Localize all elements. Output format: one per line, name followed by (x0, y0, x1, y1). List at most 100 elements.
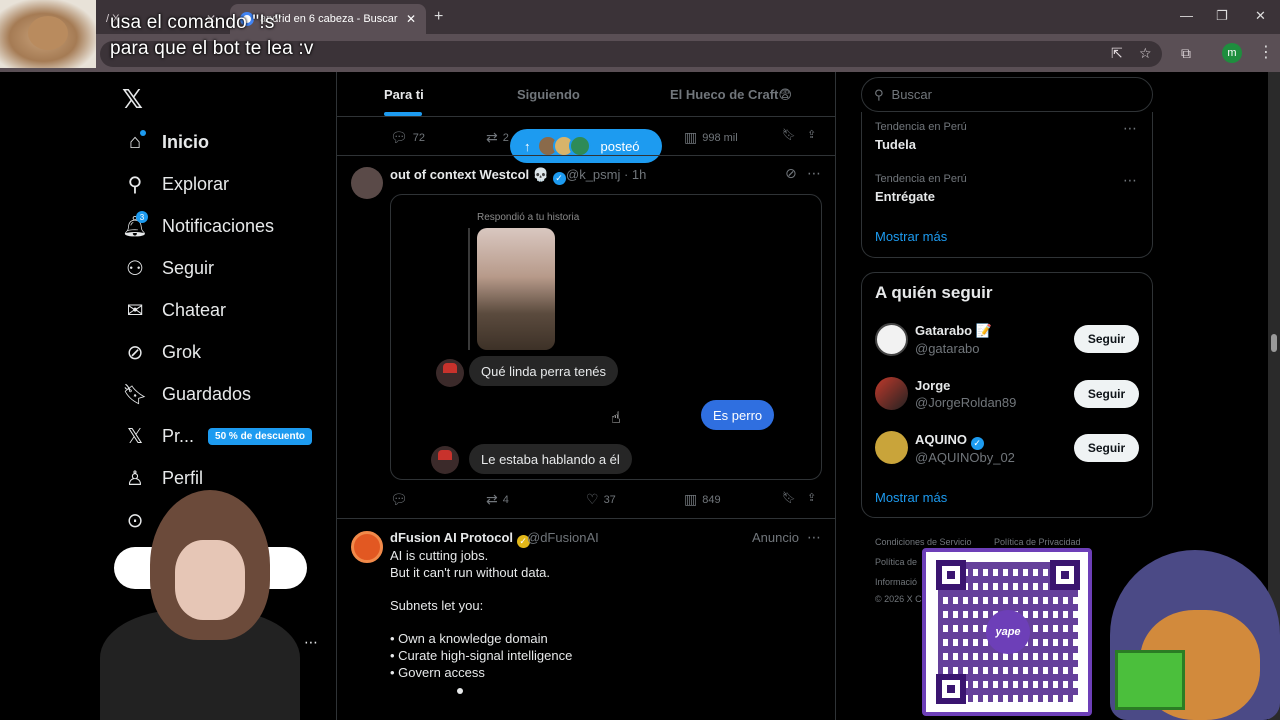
bell-icon: 🔔︎ 3 (122, 211, 148, 238)
tab-para-ti[interactable]: Para ti (384, 87, 424, 102)
follow-button[interactable]: Seguir (1074, 380, 1139, 408)
ad-handle[interactable]: @dFusionAI (527, 530, 599, 545)
posted-label: posteó (600, 138, 640, 154)
user-handle[interactable]: @AQUINOby_02 (915, 450, 1015, 465)
repost-icon: ⇄ (486, 491, 498, 507)
follow-button[interactable]: Seguir (1074, 434, 1139, 462)
share-button[interactable]: ⇪ (807, 128, 816, 141)
nav-item-guardados[interactable]: 🔖︎ Guardados (122, 379, 251, 409)
follow-button[interactable]: Seguir (1074, 325, 1139, 353)
yape-qr-code: yape (922, 548, 1092, 716)
ad-author[interactable]: dFusion AI Protocol ✓ (390, 530, 530, 548)
show-more-trends[interactable]: Mostrar más (875, 229, 947, 244)
ad-more-icon[interactable]: ⋯ (807, 529, 821, 546)
share-icon: ⇪ (807, 492, 817, 504)
minimize-button[interactable]: — (1180, 8, 1193, 23)
person-add-icon: ⚇ (126, 257, 144, 280)
extensions-icon[interactable]: ⧉ (1181, 45, 1191, 62)
tweet-more-icon[interactable]: ⋯ (807, 165, 821, 182)
bookmark-button[interactable]: 🔖︎ (782, 491, 796, 504)
nav-item-grok[interactable]: ⊘ Grok (122, 337, 201, 367)
tweet-media[interactable]: Respondió a tu historia Qué linda perra … (390, 194, 822, 480)
search-input[interactable]: ⚲ Buscar (861, 77, 1153, 112)
bookmark-button[interactable]: 🔖︎ (782, 128, 796, 141)
arrow-up-icon: ↑ (524, 138, 531, 154)
show-more-follow[interactable]: Mostrar más (875, 490, 947, 505)
star-icon[interactable]: ☆ (1139, 45, 1152, 62)
user-avatar[interactable] (875, 431, 908, 464)
views-button[interactable]: ▥ 849 (684, 491, 721, 508)
footer-info[interactable]: Informació (875, 577, 917, 587)
active-tab-indicator (384, 112, 422, 116)
ad-label: Anuncio (752, 530, 799, 545)
nav-item-premium[interactable]: 𝕏 Pr... 50 % de descuento (122, 421, 313, 451)
nav-item-explorar[interactable]: ⚲ Explorar (122, 169, 229, 199)
tab-close-icon[interactable]: ✕ (406, 12, 416, 26)
user-name[interactable]: Jorge (915, 378, 950, 393)
user-name[interactable]: Gatarabo 📝 (915, 323, 992, 339)
yape-logo: yape (986, 610, 1030, 654)
views-button[interactable]: ▥ 998 mil (684, 129, 738, 146)
user-handle[interactable]: @JorgeRoldan89 (915, 395, 1016, 410)
x-logo-icon[interactable]: 𝕏 (122, 84, 143, 115)
verified-icon: ✓ (970, 437, 984, 450)
grok-explain-icon[interactable]: ⊘ (785, 165, 797, 182)
browser-menu-icon[interactable]: ⋮ (1258, 42, 1274, 62)
footer-policy[interactable]: Política de (875, 557, 917, 567)
mascot-overlay (1100, 540, 1280, 720)
share-button[interactable]: ⇪ (807, 491, 816, 504)
footer-copyright: © 2026 X C (875, 594, 922, 604)
new-posts-pill[interactable]: ↑ posteó (510, 129, 662, 163)
who-to-follow-title: A quién seguir (875, 283, 993, 302)
repost-button[interactable]: ⇄ 4 (486, 491, 509, 508)
loading-dot (457, 688, 463, 694)
scrollbar-thumb[interactable] (1271, 334, 1277, 352)
story-label: Respondió a tu historia (477, 212, 580, 223)
footer-terms[interactable]: Condiciones de Servicio (875, 537, 972, 547)
user-avatar[interactable] (875, 377, 908, 410)
trend-item[interactable]: Entrégate (875, 189, 935, 204)
user-avatar[interactable] (875, 323, 908, 356)
bookmark-icon: 🔖︎ (782, 492, 796, 504)
trend-item[interactable]: Tudela (875, 137, 916, 152)
ad-line: • Own a knowledge domain (390, 631, 548, 646)
vtuber-avatar (90, 480, 300, 720)
repost-button[interactable]: ⇄ 2 (486, 129, 509, 146)
like-button[interactable]: ♡ 37 (586, 491, 616, 508)
tweet-handle[interactable]: @k_psmj · 1h (566, 167, 646, 182)
trend-more-icon[interactable]: ⋯ (1123, 120, 1137, 137)
tweet-divider (337, 518, 835, 519)
footer-privacy[interactable]: Política de Privacidad (994, 537, 1081, 547)
trend-more-icon[interactable]: ⋯ (1123, 172, 1137, 189)
tab-el-hueco-de-craft[interactable]: El Hueco de Craft😨 (670, 87, 792, 103)
chat-bubble-3: Le estaba hablando a él (469, 444, 632, 474)
reply-icon: 💬︎ (390, 129, 408, 145)
nav-item-seguir[interactable]: ⚇ Seguir (122, 253, 214, 283)
tweet-avatar[interactable] (351, 167, 383, 199)
user-name[interactable]: AQUINO ✓ (915, 432, 984, 450)
tab-siguiendo[interactable]: Siguiendo (517, 87, 580, 102)
nav-item-notificaciones[interactable]: 🔔︎ 3 Notificaciones (122, 211, 274, 241)
ad-line: • Govern access (390, 665, 485, 680)
chat-avatar (436, 359, 464, 387)
nav-item-chatear[interactable]: ✉ Chatear (122, 295, 226, 325)
nav-item-inicio[interactable]: ⌂ Inicio (122, 127, 209, 157)
profile-avatar[interactable]: m (1222, 43, 1242, 63)
new-tab-button[interactable]: + (434, 8, 443, 26)
tweet-author[interactable]: out of context Westcol 💀 ✓ (390, 167, 566, 185)
user-handle[interactable]: @gatarabo (915, 341, 980, 356)
repost-icon: ⇄ (486, 129, 498, 145)
close-window-button[interactable]: ✕ (1255, 8, 1266, 24)
mouse-cursor-icon: ☝ (611, 410, 621, 427)
reply-button[interactable]: 💬︎ 72 (390, 129, 425, 146)
verified-icon: ✓ (552, 172, 566, 185)
maximize-button[interactable]: ❐ (1216, 8, 1228, 24)
ad-avatar[interactable] (351, 531, 383, 563)
reply-button[interactable]: 💬︎ (390, 491, 413, 508)
install-icon[interactable]: ⇱ (1111, 45, 1123, 62)
x-premium-icon: 𝕏 (126, 425, 144, 448)
ad-line: Subnets let you: (390, 598, 484, 613)
ad-line: AI is cutting jobs. (390, 548, 489, 563)
chat-avatar (431, 446, 459, 474)
account-more-icon[interactable]: ⋯ (304, 634, 318, 651)
